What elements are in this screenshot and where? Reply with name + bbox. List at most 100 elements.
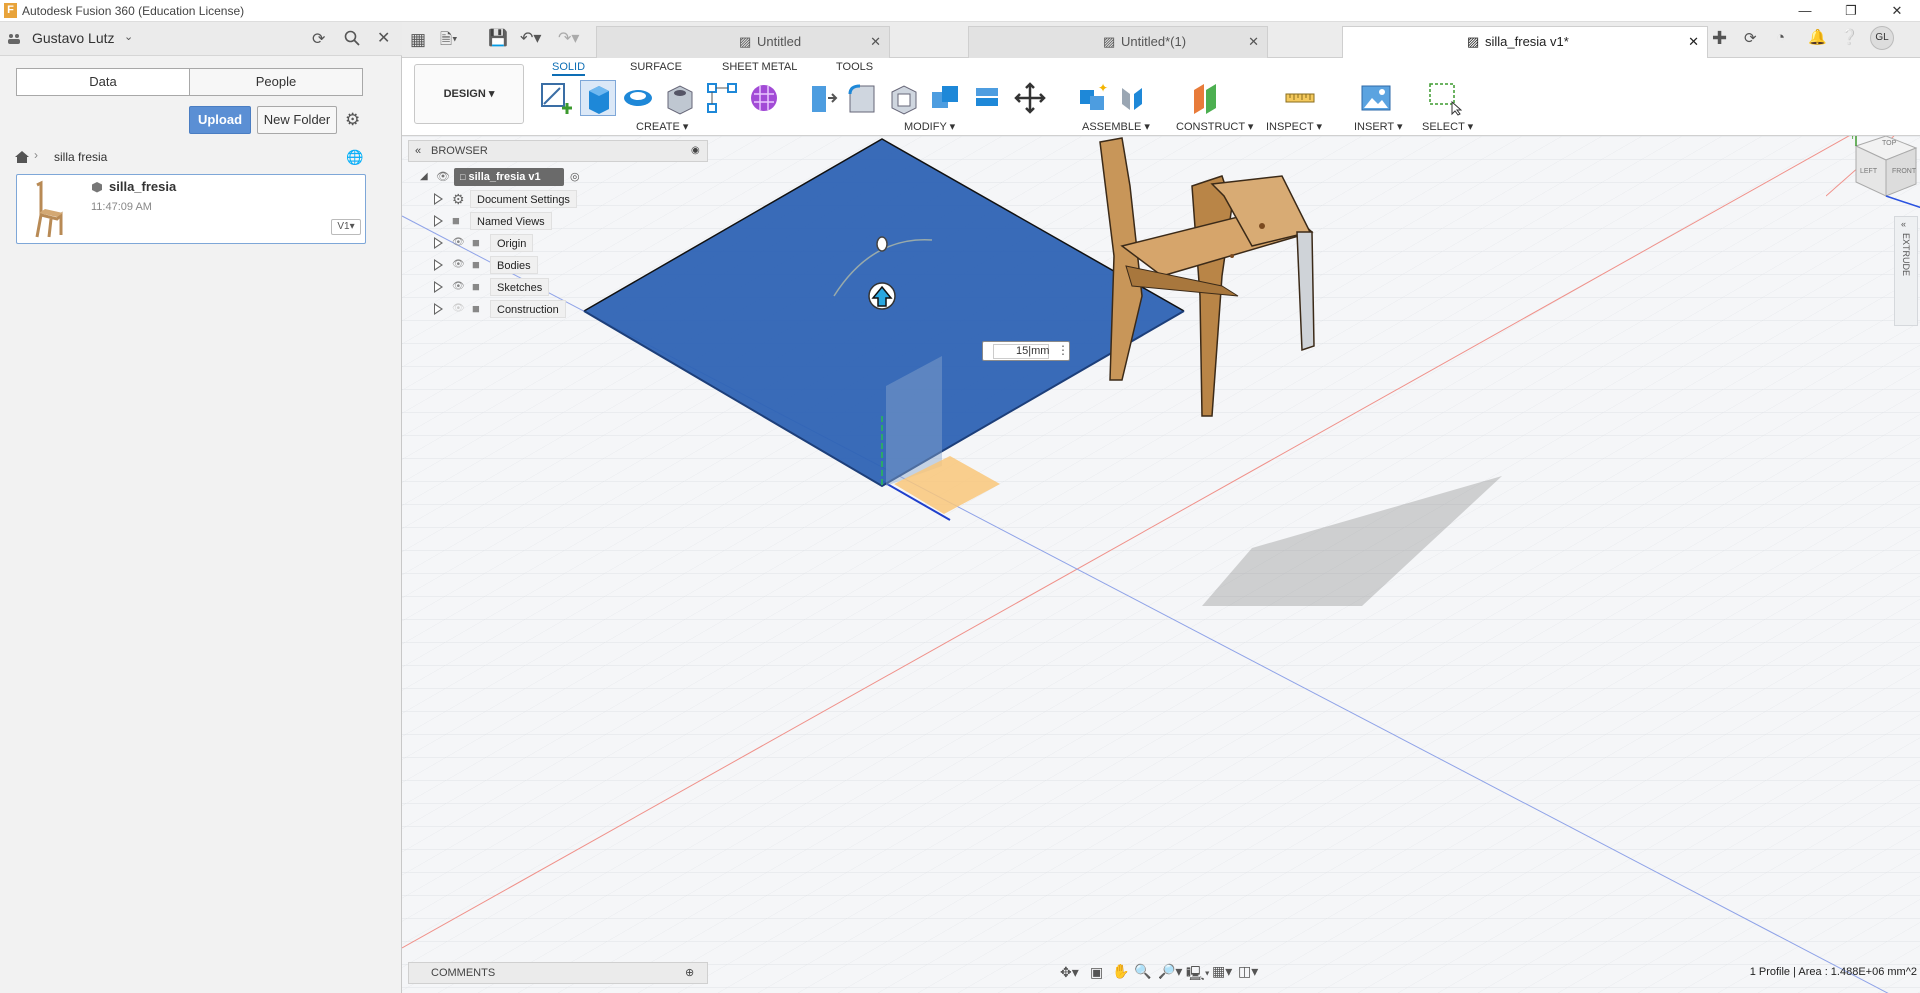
file-name[interactable]: silla_fresia [109,179,176,194]
browser-item-origin[interactable]: 👁 ■ Origin [434,232,674,254]
close-tab-icon[interactable]: ✕ [1688,27,1699,57]
canvas-viewport[interactable]: 15|mm ⋮ TOP LEFT FRONT Z Y « EXTRUDE « B… [402,136,1920,993]
revolve-icon[interactable] [620,80,656,116]
file-card[interactable]: silla_fresia 11:47:09 AM V1▾ [16,174,366,244]
browser-panel-header[interactable]: « BROWSER ◉ [408,140,708,162]
root-component-label[interactable]: □ silla_fresia v1 [454,168,564,186]
orbit-icon[interactable]: ✥▾ [1060,964,1079,981]
distance-arrow-manipulator[interactable] [868,282,896,310]
collapse-browser-icon[interactable]: « [415,141,421,161]
zoom-icon[interactable]: 🔍 [1134,963,1151,980]
close-tab-icon[interactable]: ✕ [1248,27,1259,57]
tab-tools[interactable]: TOOLS [836,58,873,76]
expand-panel-icon[interactable]: « [1901,219,1906,229]
group-create[interactable]: CREATE ▾ [636,120,688,133]
viewcube-front[interactable]: FRONT [1892,168,1916,175]
insert-image-icon[interactable] [1358,80,1394,116]
workspace-switcher[interactable]: DESIGN ▾ [414,64,524,124]
expand-triangle-icon[interactable] [434,259,443,271]
visibility-eye-icon[interactable]: 👁 [436,166,450,188]
offset-plane-icon[interactable] [1188,80,1224,116]
grid-settings-icon[interactable]: ▦▾ [1212,963,1232,980]
look-at-icon[interactable]: ▣ [1090,964,1103,981]
help-icon[interactable]: ❔ [1840,28,1859,46]
visibility-eye-icon[interactable]: 👁 [452,254,465,276]
offset-face-icon[interactable] [970,80,1006,116]
hidden-eye-icon[interactable]: 👁 [452,298,465,320]
close-panel-icon[interactable]: ✕ [377,28,390,48]
tab-sheet-metal[interactable]: SHEET METAL [722,58,797,76]
browser-item-document-settings[interactable]: ⚙ Document Settings [434,188,674,210]
hole-icon[interactable] [662,80,698,116]
extrude-panel-collapsed[interactable]: « EXTRUDE [1894,216,1918,326]
joint-icon[interactable] [1114,80,1150,116]
file-menu-icon[interactable]: 🗎▾ [440,29,458,54]
tab-data[interactable]: Data [16,68,190,96]
browser-item-named-views[interactable]: ■ Named Views [434,210,674,232]
dimension-input[interactable]: 15|mm [993,344,1049,359]
doc-tab-untitled-1[interactable]: ▨ Untitled*(1) ✕ [968,26,1268,58]
settings-gear-icon[interactable]: ⚙ [345,110,360,130]
browser-item-bodies[interactable]: 👁 ■ Bodies [434,254,674,276]
combine-icon[interactable] [928,80,964,116]
browser-item-sketches[interactable]: 👁 ■ Sketches [434,276,674,298]
doc-tab-untitled[interactable]: ▨ Untitled ✕ [596,26,890,58]
comments-panel[interactable]: COMMENTS ⊕ [408,962,708,984]
angle-handle[interactable] [876,236,888,252]
redo-icon[interactable]: ↷▾ [558,28,579,48]
measure-icon[interactable] [1282,80,1318,116]
new-tab-plus-icon[interactable]: ✚ [1712,28,1727,49]
version-badge[interactable]: V1▾ [331,219,361,235]
close-tab-icon[interactable]: ✕ [870,27,881,57]
pattern-icon[interactable] [704,80,740,116]
viewports-icon[interactable]: ◫▾ [1238,963,1258,980]
pan-hand-icon[interactable]: ✋ [1112,963,1129,980]
chevron-down-icon[interactable]: ⌄ [124,30,133,43]
viewcube-top[interactable]: TOP [1882,140,1896,147]
browser-root-node[interactable]: ◢ 👁 □ silla_fresia v1 ◎ [418,166,638,188]
tab-people[interactable]: People [189,68,363,96]
close-window-button[interactable]: ✕ [1874,0,1920,22]
expand-triangle-icon[interactable] [434,215,443,227]
create-form-icon[interactable] [746,80,782,116]
doc-tab-silla-fresia[interactable]: ▨ silla_fresia v1* ✕ [1342,26,1708,58]
user-avatar[interactable]: GL [1870,26,1894,50]
viewcube-left[interactable]: LEFT [1860,168,1877,175]
job-status-icon[interactable]: ◔ [1776,29,1785,46]
group-construct[interactable]: CONSTRUCT ▾ [1176,120,1253,133]
save-icon[interactable]: 💾 [488,28,508,48]
expand-triangle-icon[interactable] [434,237,443,249]
activate-radio-icon[interactable]: ◎ [570,166,580,188]
collapse-triangle-icon[interactable]: ◢ [420,166,428,188]
fillet-icon[interactable] [844,80,880,116]
move-copy-icon[interactable] [1012,80,1048,116]
fit-zoom-icon[interactable]: 🔎▾ [1158,963,1182,980]
group-modify[interactable]: MODIFY ▾ [904,120,955,133]
extrude-icon[interactable] [580,80,616,116]
browser-item-construction[interactable]: 👁 ■ Construction [434,298,674,320]
dimension-input-box[interactable]: 15|mm ⋮ [982,341,1070,361]
group-assemble[interactable]: ASSEMBLE ▾ [1082,120,1150,133]
select-window-icon[interactable] [1426,80,1463,116]
tab-surface[interactable]: SURFACE [630,58,682,76]
group-select[interactable]: SELECT ▾ [1422,120,1473,133]
breadcrumb[interactable]: silla fresia [54,150,107,164]
restore-button[interactable]: ❐ [1828,0,1874,22]
new-component-icon[interactable]: ✦ [1074,80,1110,116]
group-insert[interactable]: INSERT ▾ [1354,120,1403,133]
refresh-icon[interactable]: ⟳ [312,29,325,49]
upload-button[interactable]: Upload [189,106,251,134]
expand-triangle-icon[interactable] [434,193,443,205]
expand-triangle-icon[interactable] [434,281,443,293]
expand-triangle-icon[interactable] [434,303,443,315]
tab-solid[interactable]: SOLID [552,58,586,76]
browser-pin-icon[interactable]: ◉ [691,141,700,161]
more-options-icon[interactable]: ⋮ [1057,343,1069,357]
add-comment-icon[interactable]: ⊕ [685,963,694,983]
undo-icon[interactable]: ↶▾ [520,28,541,48]
shell-icon[interactable] [886,80,922,116]
display-settings-icon[interactable]: 🖳▾ [1186,963,1210,987]
create-sketch-icon[interactable] [538,80,574,116]
visibility-eye-icon[interactable]: 👁 [452,276,465,298]
minimize-button[interactable]: — [1782,0,1828,22]
